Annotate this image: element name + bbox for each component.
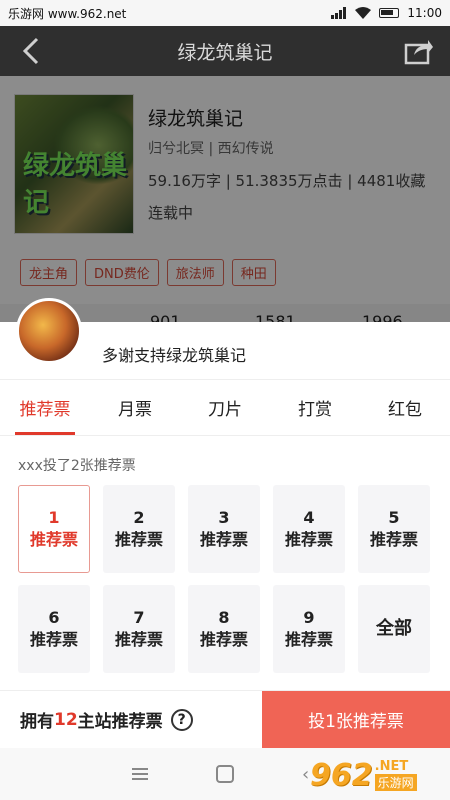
vote-option-4[interactable]: 4 推荐票 <box>273 485 345 573</box>
dim-overlay[interactable] <box>0 76 450 326</box>
tab-monthly[interactable]: 月票 <box>90 380 180 435</box>
vote-sheet: 多谢支持绿龙筑巢记 推荐票 月票 刀片 打赏 红包 xxx投了2张推荐票 1 推荐… <box>0 298 450 748</box>
tab-redpacket[interactable]: 红包 <box>360 380 450 435</box>
sheet-title: 多谢支持绿龙筑巢记 <box>102 346 247 365</box>
vote-option-1[interactable]: 1 推荐票 <box>18 485 90 573</box>
vote-option-9[interactable]: 9 推荐票 <box>273 585 345 673</box>
menu-icon[interactable] <box>131 766 149 782</box>
tab-blade[interactable]: 刀片 <box>180 380 270 435</box>
option-label: 推荐票 <box>199 630 248 649</box>
option-label: 推荐票 <box>199 530 248 549</box>
back-arrow-icon[interactable] <box>14 34 48 68</box>
vote-option-2[interactable]: 2 推荐票 <box>103 485 175 573</box>
option-label: 推荐票 <box>29 630 78 649</box>
option-number: 5 <box>388 507 400 527</box>
watermark-side: .NET 乐游网 <box>374 759 417 791</box>
page-title: 绿龙筑巢记 <box>177 41 273 64</box>
vote-option-all[interactable]: 全部 <box>358 585 430 673</box>
vote-option-7[interactable]: 7 推荐票 <box>103 585 175 673</box>
option-number: 3 <box>218 507 230 527</box>
submit-vote-button[interactable]: 投1张推荐票 <box>262 691 450 748</box>
owned-count: 12 <box>54 709 78 730</box>
site-watermark-logo: 962 .NET 乐游网 <box>310 752 446 798</box>
option-number: 4 <box>303 507 315 527</box>
status-bar: 乐游网 www.962.net 11:00 <box>0 0 450 26</box>
owned-tickets-text: 拥有 12 主站推荐票 ? <box>0 691 262 748</box>
tab-bar: 推荐票 月票 刀片 打赏 红包 <box>0 380 450 436</box>
vote-option-5[interactable]: 5 推荐票 <box>358 485 430 573</box>
option-number: 9 <box>303 607 315 627</box>
status-site-text: 乐游网 www.962.net <box>8 6 127 21</box>
option-number: 8 <box>218 607 230 627</box>
home-icon[interactable] <box>216 765 234 783</box>
back-nav-icon[interactable]: ‹ <box>302 764 309 785</box>
option-number: 1 <box>48 507 60 527</box>
option-label: 推荐票 <box>284 630 333 649</box>
help-icon[interactable]: ? <box>170 708 193 731</box>
voted-note: xxx投了2张推荐票 <box>18 458 136 474</box>
watermark-number: 962 <box>310 757 373 793</box>
tab-tip[interactable]: 打赏 <box>270 380 360 435</box>
battery-icon <box>379 8 400 18</box>
signal-icon <box>331 7 347 19</box>
owned-suffix: 主站推荐票 <box>77 712 163 732</box>
wifi-icon <box>355 7 372 19</box>
vote-option-6[interactable]: 6 推荐票 <box>18 585 90 673</box>
option-label: 推荐票 <box>369 530 418 549</box>
option-label: 推荐票 <box>29 530 78 549</box>
nav-bar: 绿龙筑巢记 <box>0 26 450 76</box>
tab-recommend[interactable]: 推荐票 <box>0 380 90 435</box>
vote-option-8[interactable]: 8 推荐票 <box>188 585 260 673</box>
watermark-net: .NET <box>374 759 409 774</box>
status-time: 11:00 <box>407 6 442 20</box>
option-number: 2 <box>133 507 145 527</box>
avatar <box>16 298 82 364</box>
owned-prefix: 拥有 <box>20 712 54 732</box>
option-label: 推荐票 <box>284 530 333 549</box>
watermark-cn: 乐游网 <box>374 774 417 791</box>
option-number: 7 <box>133 607 145 627</box>
vote-option-3[interactable]: 3 推荐票 <box>188 485 260 573</box>
option-label: 推荐票 <box>114 630 163 649</box>
option-number: 6 <box>48 607 60 627</box>
vote-footer: 拥有 12 主站推荐票 ? 投1张推荐票 <box>0 690 450 748</box>
option-label: 推荐票 <box>114 530 163 549</box>
status-icons: 11:00 <box>331 6 442 20</box>
share-icon[interactable] <box>404 37 434 65</box>
